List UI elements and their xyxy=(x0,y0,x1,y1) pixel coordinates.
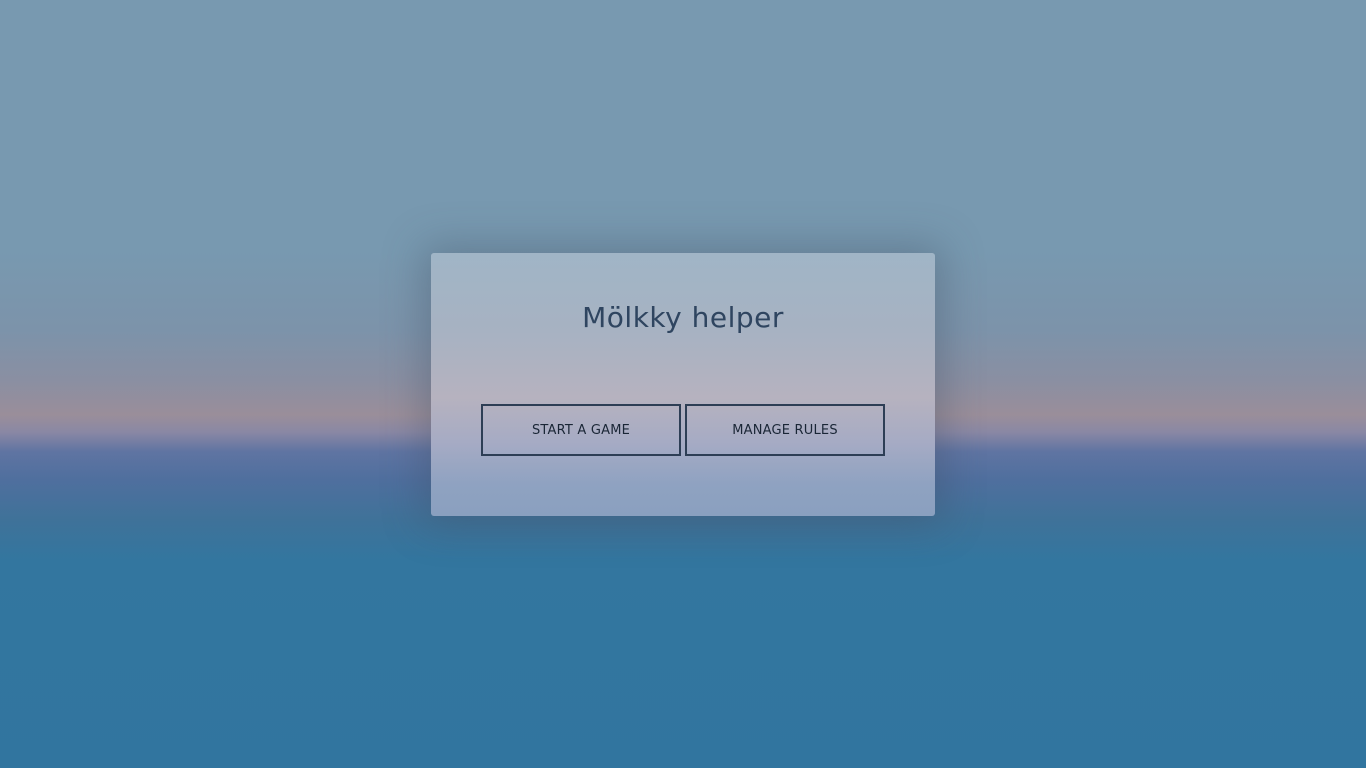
manage-rules-button[interactable]: MANAGE RULES xyxy=(685,404,885,456)
app-title: Mölkky helper xyxy=(582,301,784,334)
start-game-button[interactable]: START A GAME xyxy=(481,404,681,456)
welcome-card: Mölkky helper START A GAME MANAGE RULES xyxy=(431,253,935,516)
